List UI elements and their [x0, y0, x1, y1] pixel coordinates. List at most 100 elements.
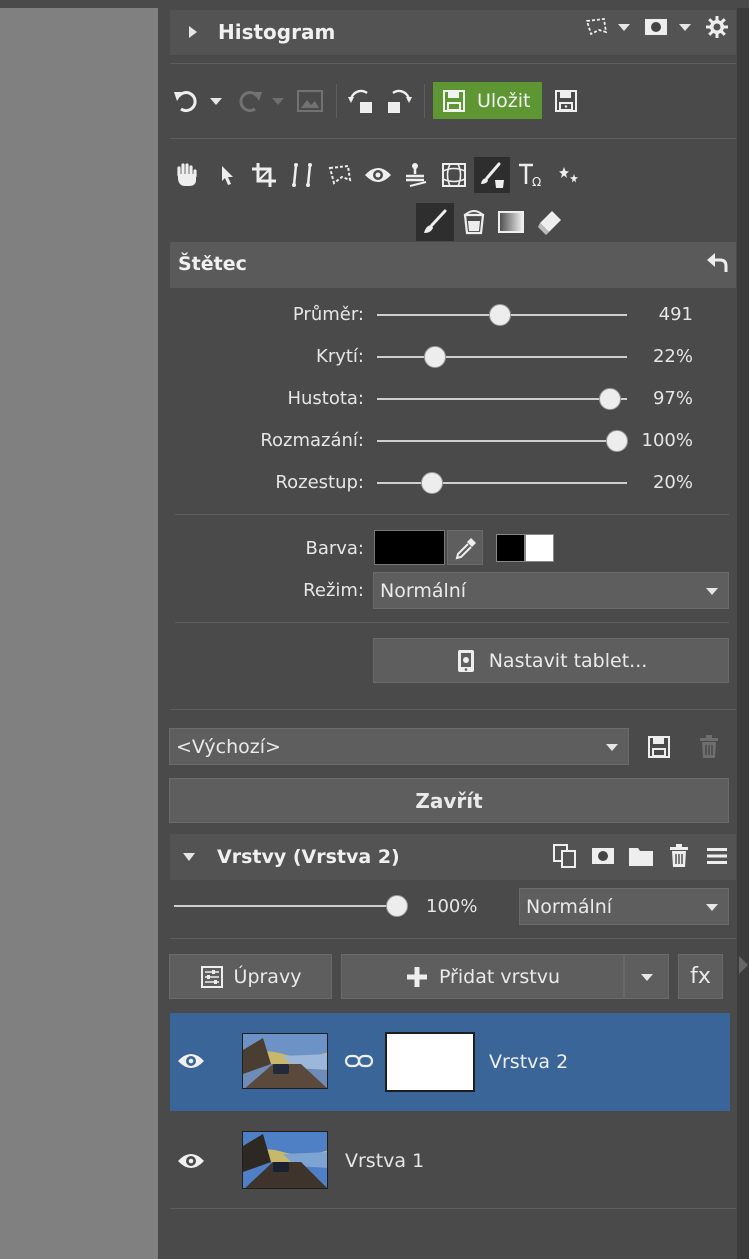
top-bar [0, 0, 749, 8]
folder-icon[interactable] [627, 842, 655, 870]
red-eye-tool-icon[interactable] [363, 160, 393, 190]
selection-dropdown-icon[interactable] [618, 24, 630, 31]
close-button[interactable]: Zavřít [169, 778, 729, 823]
plus-icon [405, 965, 429, 989]
slider-value: 100% [641, 430, 693, 451]
selection-tool-icon[interactable] [325, 160, 355, 190]
gear-icon[interactable] [704, 14, 730, 40]
slider-track[interactable] [377, 482, 627, 484]
delete-layer-icon[interactable] [666, 842, 692, 870]
brush-tool-button[interactable] [474, 157, 510, 193]
collapse-triangle-icon[interactable] [183, 853, 195, 861]
pointer-tool-icon[interactable] [213, 160, 241, 190]
slider-knob[interactable] [421, 472, 443, 494]
slider-value: 97% [652, 388, 693, 409]
straighten-tool-icon[interactable] [287, 160, 317, 190]
slider-value: 491 [658, 304, 693, 325]
opacity-slider-knob[interactable] [386, 895, 408, 917]
layer-thumbnail [242, 1033, 328, 1089]
chevron-down-icon [606, 744, 618, 751]
text-tool-icon[interactable]: Ω [516, 160, 546, 190]
mask-icon[interactable] [643, 16, 669, 38]
slider-knob[interactable] [488, 304, 511, 326]
chevron-down-icon [706, 588, 718, 595]
slider-track[interactable] [377, 356, 627, 358]
right-strip [737, 8, 749, 1259]
opacity-track [174, 905, 398, 907]
foreground-color-swatch[interactable] [496, 534, 525, 562]
slider-label: Krytí: [316, 346, 364, 367]
save-preset-icon[interactable] [645, 733, 673, 761]
background-color-swatch[interactable] [525, 534, 554, 562]
floppy-icon [441, 88, 467, 114]
clone-stamp-tool-icon[interactable] [400, 160, 430, 190]
slider-knob[interactable] [598, 388, 621, 410]
svg-text:Ω: Ω [532, 175, 541, 188]
divider [175, 622, 729, 623]
preset-select[interactable]: <Výchozí> [169, 728, 629, 765]
blend-mode-value: Normální [526, 895, 613, 918]
primary-color-swatch[interactable] [374, 530, 445, 565]
divider [170, 138, 736, 139]
divider [170, 63, 736, 64]
undo-dropdown-icon[interactable] [210, 98, 222, 105]
add-layer-label: Přidat vrstvu [438, 965, 561, 988]
slider-knob[interactable] [423, 346, 446, 368]
brush-title: Štětec [178, 253, 247, 275]
brush-subtool-button[interactable] [416, 203, 454, 241]
add-layer-button[interactable]: Přidat vrstvu [341, 954, 624, 999]
color-label: Barva: [305, 538, 364, 559]
slider-knob[interactable] [606, 430, 628, 452]
rotate-left-icon[interactable] [346, 86, 376, 116]
preset-value: <Výchozí> [176, 735, 281, 758]
close-button-label: Zavřít [415, 788, 483, 813]
divider [336, 84, 337, 118]
slider-value: 22% [652, 346, 693, 367]
duplicate-layer-icon[interactable] [551, 842, 579, 870]
rotate-right-icon[interactable] [384, 86, 414, 116]
slider-track[interactable] [377, 440, 627, 442]
crop-tool-icon[interactable] [249, 160, 279, 190]
undo-icon[interactable] [172, 86, 202, 116]
effects-tool-icon[interactable] [554, 160, 584, 190]
expand-triangle-icon[interactable] [189, 26, 197, 38]
fill-bucket-icon[interactable] [460, 207, 488, 237]
chevron-down-icon [706, 904, 718, 911]
blend-mode-select[interactable]: Normální [519, 888, 729, 925]
save-button[interactable]: Uložit [433, 82, 542, 119]
tablet-button-label: Nastavit tablet... [488, 649, 648, 672]
hand-tool-icon[interactable] [172, 160, 202, 190]
layers-title: Vrstvy (Vrstva 2) [217, 846, 400, 868]
eyedropper-button[interactable] [447, 530, 483, 565]
tablet-icon [455, 648, 477, 674]
link-icon[interactable] [344, 1051, 374, 1071]
eye-icon[interactable] [176, 1149, 206, 1173]
mode-select[interactable]: Normální [373, 572, 729, 609]
slider-track[interactable] [377, 398, 627, 400]
layer-name: Vrstva 2 [489, 1051, 569, 1073]
warp-tool-icon[interactable] [439, 160, 469, 190]
save-label: Uložit [477, 89, 531, 112]
layer-row-vrstva-2[interactable]: Vrstva 2 [170, 1013, 730, 1111]
divider [170, 709, 736, 710]
eraser-icon[interactable] [535, 207, 565, 237]
layer-thumbnail [242, 1131, 328, 1189]
eye-icon[interactable] [176, 1049, 206, 1073]
menu-icon[interactable] [704, 842, 730, 870]
gradient-icon[interactable] [497, 207, 525, 237]
tablet-settings-button[interactable]: Nastavit tablet... [373, 638, 729, 683]
mask-dropdown-icon[interactable] [679, 24, 691, 31]
reset-icon[interactable] [704, 249, 730, 275]
fx-button[interactable]: fx [678, 954, 723, 999]
selection-icon[interactable] [584, 16, 610, 38]
adjustments-button[interactable]: Úpravy [169, 954, 332, 999]
expand-arrow-icon[interactable] [739, 956, 748, 974]
brush-tool-icon [477, 160, 507, 190]
adjustments-label: Úpravy [233, 965, 302, 988]
add-layer-dropdown[interactable] [624, 954, 669, 999]
layer-row-vrstva-1[interactable]: Vrstva 1 [170, 1111, 730, 1208]
divider [175, 514, 729, 515]
layer-mask-icon[interactable] [589, 842, 617, 870]
layer-mask-thumbnail[interactable] [385, 1032, 475, 1092]
save-as-icon[interactable] [552, 87, 580, 115]
